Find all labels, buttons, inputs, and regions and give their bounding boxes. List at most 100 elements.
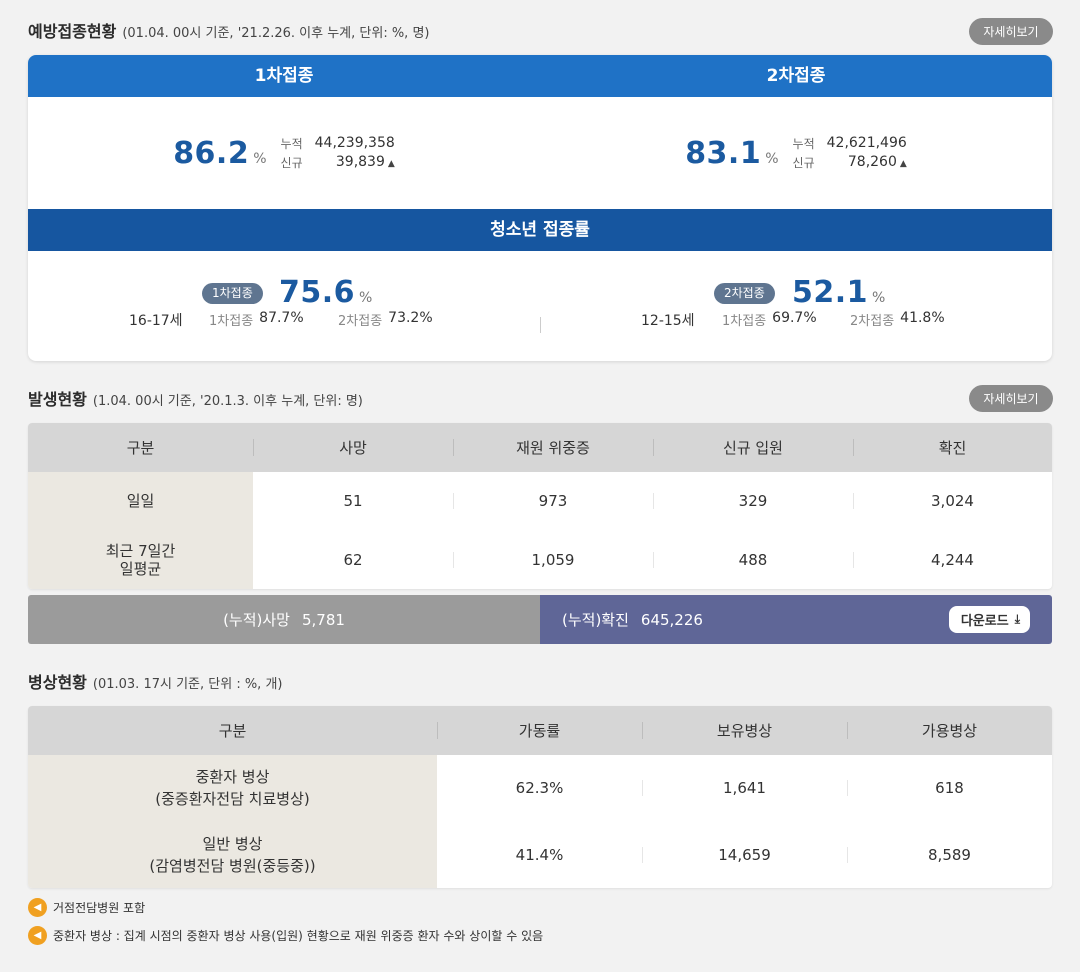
table-cell: 618 [847,755,1052,821]
vaccination-header: 1차접종 2차접종 [28,55,1052,97]
vaccination-more-button[interactable]: 자세히보기 [969,18,1053,45]
row-label-subtext: (중증환자전담 치료병상) [155,790,310,808]
dose2-stats: 누적 42,621,496 신규 78,260 ▲ [793,135,907,171]
dose2-new: 78,260 ▲ [827,154,907,171]
teen-left-rate-value: 75.6 [279,275,356,310]
cumulative-bar: (누적)사망 5,781 (누적)확진 645,226 다운로드 ⤓ [28,595,1052,644]
table-row: 일반 병상 (감염병전담 병원(중등중)) 41.4% 14,659 8,589 [28,821,1052,888]
dose2-cumulative-value: 42,621,496 [826,135,907,151]
row-label: 최근 7일간 일평균 [28,530,253,589]
vaccination-card: 1차접종 2차접종 86.2 % 누적 44,239,358 신규 39,839… [28,55,1052,361]
note-item: ◀ 거점전담병원 포함 [28,898,145,917]
dose1-cumulative-value: 44,239,358 [314,135,395,151]
row-label: 일일 [28,472,253,530]
percent-sign: % [765,150,779,167]
table-row: 일일 51 973 329 3,024 [28,472,1052,530]
download-icon: ⤓ [1014,612,1020,626]
table-cell: 51 [343,492,363,510]
header-owned-beds: 보유병상 [642,706,847,755]
teen-right-dose1: 1차접종 69.7% [722,310,817,329]
beds-table: 구분 가동률 보유병상 가용병상 중환자 병상 (중증환자전담 치료병상) 62.… [28,706,1052,888]
table-cell: 62 [343,550,363,569]
download-label: 다운로드 [960,614,1009,629]
header-available-beds: 가용병상 [847,706,1052,755]
dose2-rate: 83.1 % [685,136,778,171]
table-cell: 1,641 [642,755,847,821]
header-confirmed: 확진 [853,423,1052,472]
note-item: ◀ 중환자 병상 : 집계 시점의 중환자 병상 사용(입원) 현황으로 재원 … [28,926,543,945]
dose1-label: 1차접종 [722,314,767,329]
dose2-header: 2차접종 [766,66,826,86]
table-cell: 3,024 [853,472,1052,530]
header-category: 구분 [218,722,247,740]
dose2-panel: 83.1 % 누적 42,621,496 신규 78,260 ▲ [540,97,1052,209]
table-cell: 41.4% [515,845,564,864]
row-label-text: 일일 [126,492,155,510]
occurrence-more-button[interactable]: 자세히보기 [969,385,1053,412]
header-death: 사망 [253,423,453,472]
teen-right-dose2: 2차접종 41.8% [850,310,945,329]
cumulative-confirmed-value: 645,226 [640,610,703,629]
row-label: 중환자 병상 (중증환자전담 치료병상) [28,755,437,821]
teen-body: 1차접종 75.6 % 16-17세 1차접종 87.7% 2차접종 73.2% 2… [28,251,1052,361]
teen-left-dose1: 1차접종 87.7% [209,310,304,329]
row-label: 일반 병상 (감염병전담 병원(중등중)) [28,821,437,888]
speaker-icon: ◀ [28,898,47,917]
dose1-stats: 누적 44,239,358 신규 39,839 ▲ [281,135,395,171]
teen-right-dose1-value: 69.7% [772,310,817,326]
row-label-text: 일반 병상 [202,834,263,853]
cumulative-death-label: (누적)사망 [223,611,290,629]
table-header-row: 구분 가동률 보유병상 가용병상 [28,706,1052,755]
note-text: 중환자 병상 : 집계 시점의 중환자 병상 사용(입원) 현황으로 재원 위중… [53,929,544,943]
beds-section-header: 병상현황 (01.03. 17시 기준, 단위 : %, 개) [28,669,282,693]
beds-title: 병상현황 [28,673,87,692]
beds-table-body: 중환자 병상 (중증환자전담 치료병상) 62.3% 1,641 618 일반 병… [28,755,1052,888]
new-label: 신규 [792,156,815,170]
vaccination-body: 86.2 % 누적 44,239,358 신규 39,839 ▲ 83.1 % 누… [28,97,1052,209]
cumulative-label: 누적 [792,137,815,151]
table-row: 중환자 병상 (중증환자전담 치료병상) 62.3% 1,641 618 [28,755,1052,821]
cumulative-confirmed: (누적)확진 645,226 다운로드 ⤓ [540,595,1052,644]
dose1-panel: 86.2 % 누적 44,239,358 신규 39,839 ▲ [28,97,540,209]
vaccination-title: 예방접종현황 [28,22,117,41]
table-cell: 4,244 [853,530,1052,589]
teen-right-rate: 52.1 % [792,275,885,310]
teen-left-age: 16-17세 [129,313,183,329]
dose2-new-value: 78,260 [847,154,897,170]
new-label: 신규 [280,156,303,170]
vaccination-note: (01.04. 00시 기준, '21.2.26. 이후 누계, 단위: %, … [122,26,430,41]
header-admission: 신규 입원 [653,423,853,472]
dose2-label: 2차접종 [850,314,895,329]
teen-right-dose2-value: 41.8% [900,310,945,326]
table-cell: 1,059 [453,530,653,589]
dose1-rate-value: 86.2 [173,135,250,171]
triangle-up-icon: ▲ [387,159,395,169]
occurrence-table-body: 일일 51 973 329 3,024 최근 7일간 일평균 62 1,059 4… [28,472,1052,589]
teen-left-dose2-value: 73.2% [388,310,433,326]
beds-note: (01.03. 17시 기준, 단위 : %, 개) [92,677,283,692]
table-cell: 14,659 [642,821,847,888]
dose1-rate: 86.2 % [173,136,266,171]
dose1-label: 1차접종 [209,314,254,329]
teen-left-dose1-value: 87.7% [259,310,304,326]
speaker-icon: ◀ [28,926,47,945]
row-label-subtext: 일평균 [119,559,162,578]
occurrence-table: 구분 사망 재원 위중증 신규 입원 확진 일일 51 973 329 3,02… [28,423,1052,589]
header-occupancy: 가동률 [437,706,642,755]
percent-sign: % [253,150,267,167]
note-text: 거점전담병원 포함 [53,901,146,915]
table-row: 최근 7일간 일평균 62 1,059 488 4,244 [28,530,1052,589]
dose2-label: 2차접종 [338,314,383,329]
percent-sign: % [872,290,886,306]
table-header-row: 구분 사망 재원 위중증 신규 입원 확진 [28,423,1052,472]
dose1-new: 39,839 ▲ [315,154,395,171]
header-category: 구분 [126,439,155,457]
row-label-text: 중환자 병상 [195,768,270,786]
triangle-up-icon: ▲ [899,159,907,169]
cumulative-death-value: 5,781 [301,610,345,629]
download-button[interactable]: 다운로드 ⤓ [948,606,1030,633]
table-cell: 62.3% [515,779,564,797]
row-label-subtext: (감염병전담 병원(중등중)) [149,856,316,875]
teen-left-dose2: 2차접종 73.2% [338,310,433,329]
occurrence-title: 발생현황 [28,390,87,409]
